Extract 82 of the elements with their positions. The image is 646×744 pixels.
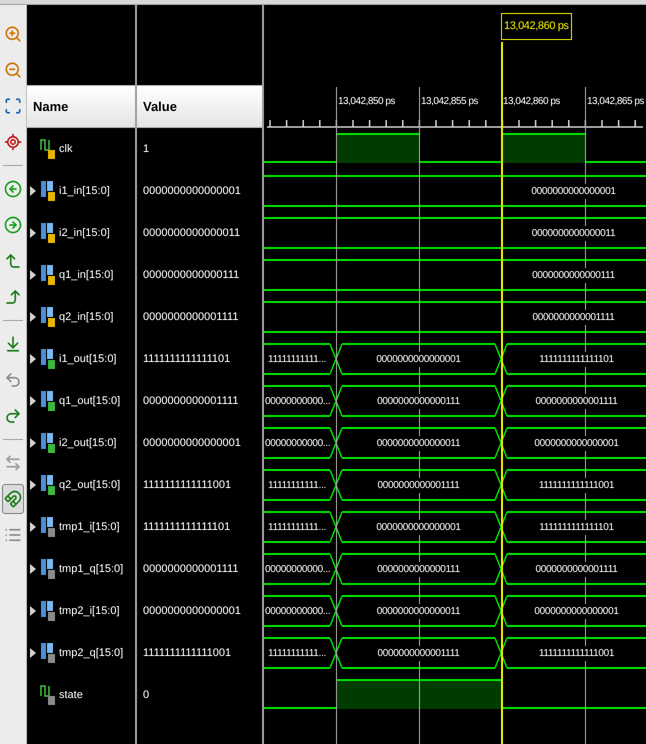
crosshair-icon [4,133,22,151]
signal-value: 1111111111111101 [143,520,230,535]
expand-arrow-icon[interactable] [29,563,37,575]
bus-value: 0000000000001111 [534,394,618,408]
swap-icon [4,454,22,472]
bus-value: 0000000000001111 [376,478,460,492]
column-header[interactable]: Value [137,85,262,128]
redo-arrow-icon [4,407,22,425]
expand-arrow-icon[interactable] [29,269,37,281]
bus-value: 1111111111111001 [538,478,616,492]
signal-name[interactable]: tmp1_q[15:0] [59,560,124,578]
zoom-fit-icon [4,97,22,115]
bus-value: 0000000000000011 [376,604,462,618]
expand-arrow-icon[interactable] [29,437,37,449]
expand-arrow-icon[interactable] [29,605,37,617]
signal-value: 0000000000000111 [143,268,240,283]
corner-arrow-icon [4,288,22,306]
signal-name[interactable]: i1_out[15:0] [59,350,116,368]
column-header[interactable]: Name [27,85,135,128]
expand-arrow-icon[interactable] [29,647,37,659]
signal-value: 0000000000001111 [143,310,238,325]
bus-value: 0000000000000001 [533,436,620,450]
signal-name[interactable]: q1_out[15:0] [59,392,120,410]
signal-value: 1111111111111101 [143,352,230,367]
signal-name[interactable]: clk [59,140,72,158]
arrow-down-icon [4,335,22,353]
bus-value: 0000000000001111 [532,310,616,324]
signal-name[interactable]: q2_out[15:0] [59,476,120,494]
signal-value: 0000000000000001 [143,604,241,619]
bus-value: 0000000000001111 [534,562,618,576]
signal-value: 0 [143,688,150,703]
time-tick-label: 13,042,865 ps [586,95,645,109]
expand-arrow-icon[interactable] [29,353,37,365]
expand-arrow-icon[interactable] [29,395,37,407]
expand-arrow-icon[interactable] [29,227,37,239]
list-icon [4,526,22,544]
signal-value: 1 [143,142,150,157]
signal-value: 1111111111111001 [143,646,232,661]
expand-arrow-icon[interactable] [29,185,37,197]
bus-value: 1111111111111001 [538,646,616,660]
bus-value: 0000000000000111 [531,268,616,282]
expand-arrow-icon[interactable] [29,521,37,533]
signal-value: 0000000000001111 [143,562,238,577]
signal-name[interactable]: q1_in[15:0] [59,266,114,284]
time-tick-label: 13,042,850 ps [337,95,396,109]
time-tick-label: 13,042,860 ps [502,95,561,109]
bus-value: 0000000000000001 [375,352,462,366]
signal-name[interactable]: tmp1_i[15:0] [59,518,120,536]
signal-value: 0000000000000001 [143,436,241,451]
undo-arrow-icon [4,371,22,389]
bus-value: 0000000000000001 [530,184,617,198]
bus-value: 1111111111111101 [538,352,615,366]
expand-arrow-icon[interactable] [29,311,37,323]
signal-value: 0000000000000011 [143,226,240,241]
signal-value: 0000000000000001 [143,184,241,199]
signal-name[interactable]: q2_in[15:0] [59,308,114,326]
zoom-out-icon [4,61,22,79]
bus-value: 0000000000000111 [376,394,461,408]
toolbar-button[interactable] [2,484,24,514]
corner-arrow-icon [4,252,22,270]
signal-name[interactable]: i2_out[15:0] [59,434,116,452]
bus-value: 1111111111111101 [538,520,615,534]
signal-name[interactable]: i2_in[15:0] [59,224,110,242]
time-tick-label: 13,042,855 ps [420,95,479,109]
bus-value: 0000000000000011 [376,436,462,450]
bus-value: 0000000000000001 [375,520,462,534]
bus-value: 0000000000000001 [533,604,620,618]
zoom-in-icon [4,25,22,43]
expand-arrow-icon[interactable] [29,479,37,491]
bus-value: 0000000000000111 [376,562,461,576]
cursor-time-label: 13,042,860 ps [501,13,572,40]
bus-value: 0000000000001111 [376,646,460,660]
signal-name[interactable]: tmp2_q[15:0] [59,644,124,662]
signal-name[interactable]: state [59,686,83,704]
circle-arrow-left-icon [4,180,22,198]
circle-arrow-right-icon [4,216,22,234]
signal-name[interactable]: i1_in[15:0] [59,182,110,200]
signal-value: 1111111111111001 [143,478,232,493]
bus-value: 0000000000000011 [530,226,616,240]
magnet-icon [4,490,22,508]
signal-value: 0000000000001111 [143,394,238,409]
signal-name[interactable]: tmp2_i[15:0] [59,602,120,620]
